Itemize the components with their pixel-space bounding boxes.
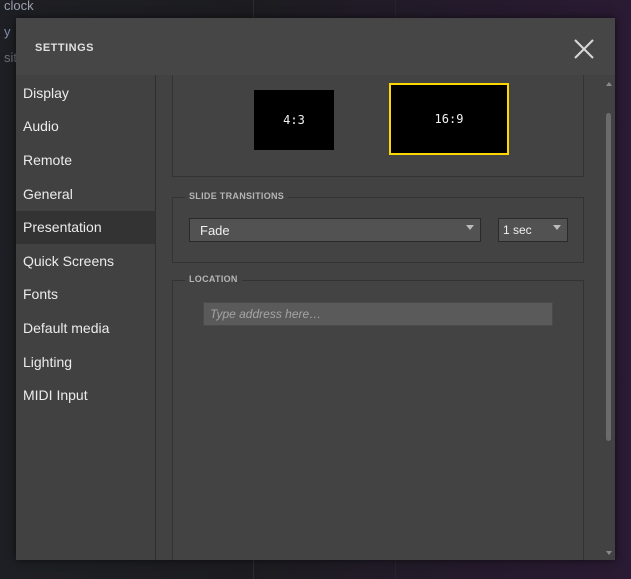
sidebar-item-general[interactable]: General: [16, 178, 155, 211]
dialog-header: SETTINGS: [16, 18, 615, 76]
sidebar-item-display[interactable]: Display: [16, 77, 155, 110]
chevron-down-icon: [466, 225, 474, 230]
slide-transitions-legend: SLIDE TRANSITIONS: [185, 191, 289, 201]
content-scrollbar[interactable]: [603, 75, 615, 560]
close-icon: [574, 39, 594, 59]
settings-sidebar: Display Audio Remote General Presentatio…: [16, 75, 156, 560]
location-group: LOCATION: [172, 274, 584, 560]
sidebar-item-presentation[interactable]: Presentation: [16, 211, 155, 244]
transition-duration-value: 1 sec: [503, 223, 532, 237]
background-text: y: [4, 24, 11, 39]
settings-content[interactable]: 4:3 16:9 SLIDE TRANSITIONS Fade 1 sec LO…: [156, 75, 615, 560]
sidebar-item-lighting[interactable]: Lighting: [16, 346, 155, 379]
aspect-16-9-button[interactable]: 16:9: [389, 83, 509, 155]
sidebar-item-fonts[interactable]: Fonts: [16, 278, 155, 311]
slide-transitions-group: SLIDE TRANSITIONS Fade 1 sec: [172, 191, 584, 263]
close-button[interactable]: [573, 38, 595, 60]
aspect-ratio-group: 4:3 16:9: [172, 75, 584, 177]
chevron-down-icon: [553, 225, 561, 230]
settings-dialog: SETTINGS Display Audio Remote General Pr…: [16, 18, 615, 560]
sidebar-item-midi-input[interactable]: MIDI Input: [16, 379, 155, 412]
scroll-down-icon[interactable]: [606, 551, 612, 555]
scrollbar-thumb[interactable]: [606, 113, 611, 441]
transition-duration-select[interactable]: 1 sec: [498, 218, 568, 242]
sidebar-item-quick-screens[interactable]: Quick Screens: [16, 245, 155, 278]
transition-effect-value: Fade: [200, 223, 230, 238]
transition-effect-select[interactable]: Fade: [189, 218, 481, 242]
aspect-4-3-button[interactable]: 4:3: [254, 90, 334, 150]
scroll-up-icon[interactable]: [606, 82, 612, 86]
background-text: clock: [4, 0, 34, 13]
dialog-title: SETTINGS: [35, 42, 95, 54]
sidebar-item-default-media[interactable]: Default media: [16, 312, 155, 345]
location-legend: LOCATION: [185, 274, 242, 284]
sidebar-item-audio[interactable]: Audio: [16, 110, 155, 143]
sidebar-item-remote[interactable]: Remote: [16, 144, 155, 177]
address-input[interactable]: [203, 302, 553, 326]
